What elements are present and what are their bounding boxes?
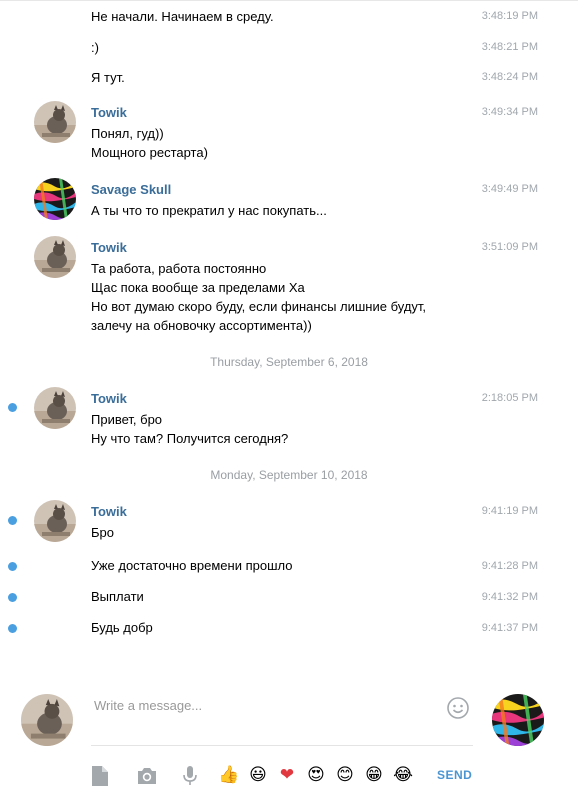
message-text: Бро xyxy=(91,525,114,540)
avatar-savage-skull[interactable] xyxy=(34,178,76,220)
message-text: Уже достаточно времени прошло xyxy=(91,558,293,573)
microphone-icon[interactable] xyxy=(178,764,202,788)
message-history[interactable]: Не начали. Начинаем в среду. 3:48:19 PM … xyxy=(0,0,578,680)
zebra-pattern-icon xyxy=(34,178,76,220)
cat-photo-icon xyxy=(34,387,76,429)
emoji-heart[interactable]: ❤ xyxy=(276,764,298,786)
message-time: 2:18:05 PM xyxy=(481,392,538,404)
unread-indicator xyxy=(8,516,17,525)
message-text: Мощного рестарта) xyxy=(91,145,208,160)
message-time: 3:48:21 PM xyxy=(481,41,538,53)
message-time: 3:49:49 PM xyxy=(481,183,538,195)
avatar-towik[interactable] xyxy=(34,500,76,542)
cat-photo-icon xyxy=(34,101,76,143)
send-button[interactable]: SEND xyxy=(437,768,472,782)
emoji-blush[interactable]: 😊 xyxy=(334,764,356,786)
emoji-thumbs-up[interactable]: 👍 xyxy=(218,764,240,786)
unread-indicator xyxy=(8,403,17,412)
message-author[interactable]: Towik xyxy=(91,391,127,406)
cat-photo-icon xyxy=(34,236,76,278)
message-text: Привет, бро xyxy=(91,412,163,427)
avatar-towik[interactable] xyxy=(34,387,76,429)
message-text: А ты что то прекратил у нас покупать... xyxy=(91,203,327,218)
unread-indicator xyxy=(8,593,17,602)
input-underline xyxy=(91,745,473,746)
emoji-picker-icon[interactable] xyxy=(446,696,470,720)
emoji-joy[interactable]: 😂 xyxy=(392,764,414,786)
message-time: 3:49:34 PM xyxy=(481,106,538,118)
message-text: Понял, гуд)) xyxy=(91,126,164,141)
message-time: 3:48:19 PM xyxy=(481,10,538,22)
cat-photo-icon xyxy=(34,500,76,542)
message-text: Ну что там? Получится сегодня? xyxy=(91,431,289,446)
emoji-smiley[interactable]: 😃 xyxy=(247,764,269,786)
message-input[interactable]: Write a message... xyxy=(94,698,202,713)
message-time: 9:41:32 PM xyxy=(481,591,538,603)
message-author[interactable]: Towik xyxy=(91,504,127,519)
message-text: Я тут. xyxy=(91,70,125,85)
message-time: 9:41:28 PM xyxy=(481,560,538,572)
unread-indicator xyxy=(8,562,17,571)
camera-icon[interactable] xyxy=(135,764,159,788)
zebra-pattern-icon xyxy=(492,694,544,746)
date-separator: Thursday, September 6, 2018 xyxy=(210,355,368,369)
emoji-heart-eyes[interactable]: 😍 xyxy=(305,764,327,786)
message-time: 3:48:24 PM xyxy=(481,71,538,83)
message-time: 9:41:19 PM xyxy=(481,505,538,517)
message-text: Щас пока вообще за пределами Ха xyxy=(91,280,305,295)
message-time: 9:41:37 PM xyxy=(481,622,538,634)
message-time: 3:51:09 PM xyxy=(481,241,538,253)
message-text: Но вот думаю скоро буду, если финансы ли… xyxy=(91,299,427,314)
message-text: Та работа, работа постоянно xyxy=(91,261,267,276)
message-text: залечу на обновочку ассортимента)) xyxy=(91,318,312,333)
message-text: Выплати xyxy=(91,589,144,604)
date-separator: Monday, September 10, 2018 xyxy=(210,468,368,482)
unread-indicator xyxy=(8,624,17,633)
message-author[interactable]: Savage Skull xyxy=(91,182,171,197)
message-text: :) xyxy=(91,40,99,55)
message-text: Не начали. Начинаем в среду. xyxy=(91,9,274,24)
message-text: Будь добр xyxy=(91,620,153,635)
emoji-grin[interactable]: 😁 xyxy=(363,764,385,786)
cat-photo-icon xyxy=(21,694,73,746)
message-author[interactable]: Towik xyxy=(91,105,127,120)
message-author[interactable]: Towik xyxy=(91,240,127,255)
avatar-towik[interactable] xyxy=(34,101,76,143)
peer-avatar[interactable] xyxy=(492,694,544,746)
attach-file-icon[interactable] xyxy=(88,764,112,788)
avatar-towik[interactable] xyxy=(34,236,76,278)
my-avatar[interactable] xyxy=(21,694,73,746)
